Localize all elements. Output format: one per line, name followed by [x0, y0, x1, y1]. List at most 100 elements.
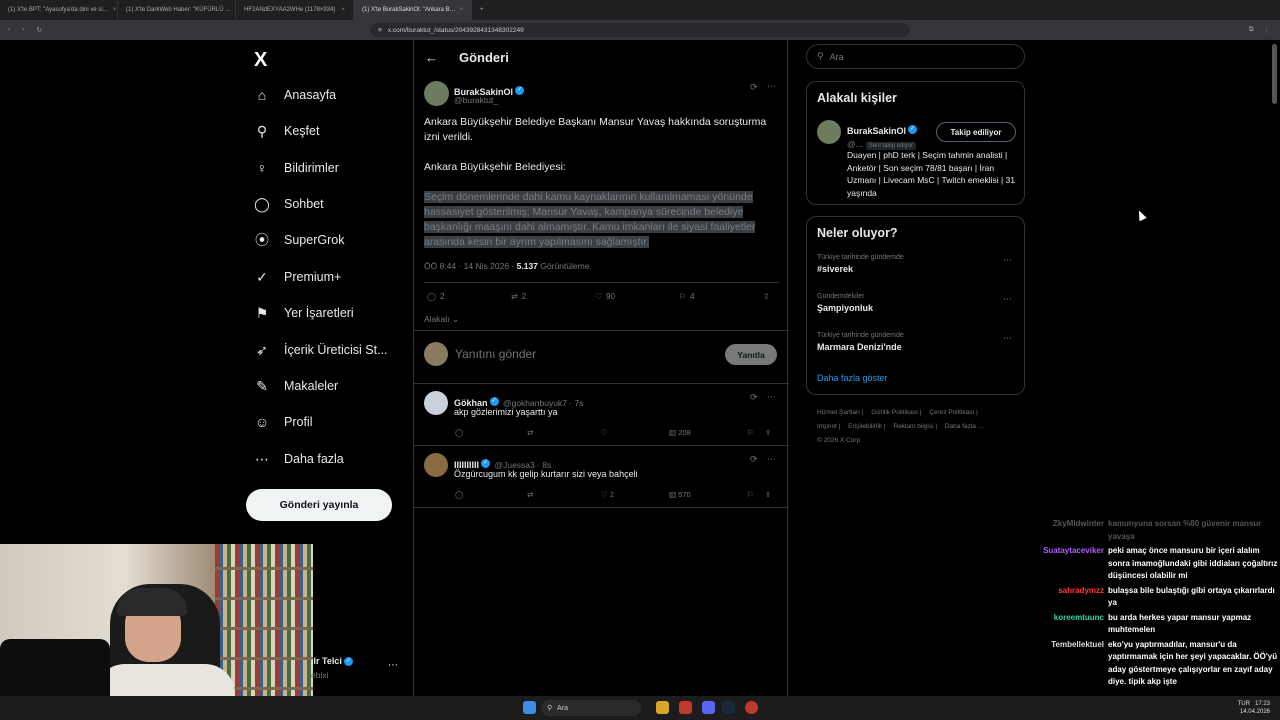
avatar[interactable]: [817, 120, 841, 144]
scrollbar[interactable]: [1272, 44, 1277, 104]
browser-icon[interactable]: [679, 701, 692, 714]
search-input[interactable]: ⚲ Ara: [806, 44, 1025, 69]
taskbar-search[interactable]: ⚲ Ara: [541, 700, 641, 716]
chat-icon: ◯: [254, 195, 270, 212]
footer-link[interactable]: Hizmet Şartları |: [817, 409, 863, 416]
new-tab-icon[interactable]: +: [472, 7, 484, 13]
system-tray[interactable]: TUR 17:23 14.04.2026: [1190, 700, 1270, 716]
bookmark-icon: ⚑: [255, 304, 269, 321]
footer-link[interactable]: Reklam bilgisi |: [893, 423, 937, 430]
browser-tab[interactable]: (1) X'te DarkWeb Haber: "KÜFÜRLÜ …×: [118, 0, 236, 20]
nav-item-creator-studio[interactable]: ➶ İçerik Üreticisi St...: [254, 342, 388, 358]
file-explorer-icon[interactable]: [656, 701, 669, 714]
nav-label: İçerik Üreticisi St...: [284, 343, 388, 357]
reply-tweet[interactable]: IIIIIIIIII ✓ @Juessa3 · 8s ⟳ ⋯ Özgürcugum…: [414, 445, 789, 507]
url-field[interactable]: ≡ x.com/buraktut_/status/2043928431348302…: [370, 23, 910, 37]
retweet-icon[interactable]: ⇄: [527, 490, 601, 499]
avatar[interactable]: [424, 453, 448, 477]
avatar[interactable]: [424, 391, 448, 415]
bookmark-icon[interactable]: ⚐: [747, 490, 765, 499]
nav-item-bookmarks[interactable]: ⚑ Yer İşaretleri: [254, 305, 354, 321]
reply-submit-button[interactable]: Yanıtla: [725, 344, 777, 365]
tab-label: (1) X'te DarkWeb Haber: "KÜFÜRLÜ …: [126, 7, 232, 13]
trend-title: #siverek: [817, 264, 854, 274]
share-icon[interactable]: ⇪: [765, 428, 771, 437]
nav-item-profile[interactable]: ☺ Profil: [254, 414, 313, 430]
share-icon[interactable]: ⇪: [765, 490, 771, 499]
following-button[interactable]: Takip ediliyor: [936, 122, 1016, 142]
footer-link[interactable]: Gizlilik Politikası |: [871, 409, 921, 416]
bookmark-icon: ⚐: [679, 292, 687, 301]
more-options-icon[interactable]: ⋯: [767, 81, 776, 92]
related-dropdown[interactable]: Alakalı ⌄: [424, 314, 459, 325]
chevron-down-icon: ⌄: [449, 314, 459, 324]
more-options-icon[interactable]: ⋯: [1003, 333, 1012, 344]
bookmark-button[interactable]: ⚐ 4: [679, 292, 763, 301]
grok-analyze-icon[interactable]: ⟳: [750, 392, 758, 403]
heart-icon[interactable]: ♡: [601, 428, 669, 437]
forward-icon[interactable]: ›: [22, 26, 24, 34]
bookmark-icon[interactable]: ⚐: [747, 428, 765, 437]
back-icon[interactable]: ‹: [8, 26, 10, 34]
app-icon[interactable]: [745, 701, 758, 714]
card-title: Alakalı kişiler: [817, 91, 897, 105]
avatar[interactable]: [424, 81, 449, 106]
discord-icon[interactable]: [702, 701, 715, 714]
site-info-icon[interactable]: ≡: [378, 27, 382, 34]
account-name[interactable]: ılr Telci ✓: [311, 656, 353, 667]
trend-item[interactable]: Gündemdekiler Şampiyonluk: [817, 293, 873, 313]
view-label: Görüntüleme: [540, 261, 590, 271]
language-indicator: TUR: [1237, 701, 1250, 707]
account-more-icon[interactable]: ⋯: [388, 660, 398, 671]
nav-item-home[interactable]: ⌂ Anasayfa: [254, 87, 336, 103]
more-options-icon[interactable]: ⋯: [767, 454, 776, 465]
trend-context: Türkiye tarihinde gündemde: [817, 332, 904, 339]
more-options-icon[interactable]: ⋯: [767, 392, 776, 403]
post-button[interactable]: Gönderi yayınla: [246, 489, 392, 521]
reply-icon[interactable]: ◯: [455, 490, 527, 499]
views-stat[interactable]: ▥ 208: [669, 428, 747, 437]
close-tab-icon[interactable]: ×: [460, 7, 464, 13]
more-options-icon[interactable]: ⋯: [1003, 294, 1012, 305]
views-stat[interactable]: ▥ 570: [669, 490, 747, 499]
grok-analyze-icon[interactable]: ⟳: [750, 82, 758, 93]
retweet-icon[interactable]: ⇄: [527, 428, 601, 437]
nav-item-explore[interactable]: ⚲ Keşfet: [254, 123, 320, 139]
nav-item-premium[interactable]: ✓ Premium+: [254, 269, 341, 285]
nav-item-supergrok[interactable]: ⦿ SuperGrok: [254, 232, 344, 248]
retweet-button[interactable]: ⇄ 2: [511, 292, 595, 301]
menu-icon[interactable]: ⋮: [1264, 26, 1271, 34]
nav-item-articles[interactable]: ✎ Makaleler: [254, 378, 338, 394]
nav-item-more[interactable]: ⋯ Daha fazla: [254, 451, 344, 467]
show-more-link[interactable]: Daha fazla göster: [817, 373, 888, 383]
nav-item-notifications[interactable]: ♀ Bildirimler: [254, 160, 339, 176]
reload-icon[interactable]: ↻: [36, 26, 41, 34]
grok-analyze-icon[interactable]: ⟳: [750, 454, 758, 465]
browser-tab[interactable]: (1) X'te BPT: "Ayasofya'da dini ve si… ×: [0, 0, 118, 20]
footer-link[interactable]: Daha fazla …: [945, 423, 984, 430]
back-arrow-icon[interactable]: ←: [425, 50, 438, 65]
share-button[interactable]: ⇪: [763, 292, 770, 301]
taskbar-search-label: Ara: [557, 704, 569, 712]
windows-start-icon[interactable]: [523, 701, 536, 714]
footer-link[interactable]: Çerez Politikası |: [929, 409, 978, 416]
x-logo-icon[interactable]: X: [254, 49, 267, 72]
trend-item[interactable]: Türkiye tarihinde gündemde Marmara Denizi…: [817, 332, 904, 352]
reply-tweet[interactable]: Gökhan ✓ @gokhanbuyuk7 · 7s ⟳ ⋯ akp gözle…: [414, 383, 789, 445]
footer-link[interactable]: Erişilebilirlik |: [848, 423, 885, 430]
reply-icon[interactable]: ◯: [455, 428, 527, 437]
steam-icon[interactable]: [722, 701, 735, 714]
heart-icon[interactable]: ♡ 2: [601, 490, 669, 499]
browser-tab[interactable]: HF2ANdEXYAA2WHe (1178×934) ×: [236, 0, 354, 20]
reply-input[interactable]: Yanıtını gönder: [455, 347, 536, 361]
reply-button[interactable]: ◯ 2: [427, 292, 511, 301]
close-tab-icon[interactable]: ×: [113, 7, 117, 13]
more-options-icon[interactable]: ⋯: [1003, 255, 1012, 266]
browser-tab-active[interactable]: (1) X'te BurakSakinOl: "Ankara B… ×: [354, 0, 472, 20]
nav-item-chat[interactable]: ◯ Sohbet: [254, 195, 323, 212]
close-tab-icon[interactable]: ×: [341, 7, 345, 13]
like-button[interactable]: ♡ 90: [595, 292, 679, 301]
footer-link[interactable]: Imprint |: [817, 423, 840, 430]
trend-item[interactable]: Türkiye tarihinde gündemde #siverek: [817, 254, 904, 274]
extensions-icon[interactable]: ⧉: [1249, 26, 1254, 34]
